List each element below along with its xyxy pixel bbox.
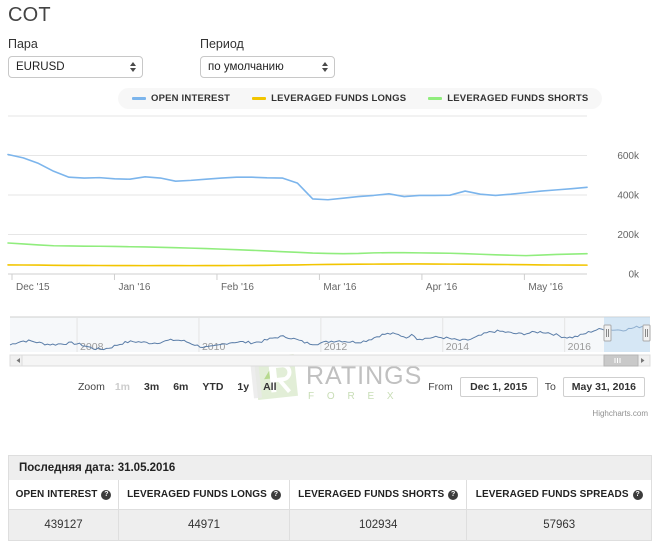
zoom-button-6m[interactable]: 6m [169, 379, 192, 395]
y-axis-tick-label: 200k [617, 230, 640, 241]
from-date-input[interactable]: Dec 1, 2015 [459, 377, 538, 397]
cell-leveraged-funds-shorts: 102934 [288, 509, 468, 541]
col-leveraged-funds-spreads: LEVERAGED FUNDS SPREADS ? [466, 480, 652, 510]
zoom-button-all[interactable]: All [259, 379, 280, 395]
zoom-button-3m[interactable]: 3m [140, 379, 163, 395]
y-axis-tick-label: 0k [628, 270, 640, 281]
col-leveraged-funds-shorts: LEVERAGED FUNDS SHORTS ? [288, 480, 468, 510]
cot-summary-table: Последняя дата: 31.05.2016 OPEN INTEREST… [7, 455, 652, 541]
table-head: OPEN INTEREST ? LEVERAGED FUNDS LONGS ? … [7, 480, 652, 510]
col-open-interest-label: OPEN INTEREST [15, 489, 98, 500]
scrollbar-right-arrow-button[interactable] [637, 354, 651, 367]
col-leveraged-funds-longs-label: LEVERAGED FUNDS LONGS [127, 489, 267, 500]
to-date-input[interactable]: May 31, 2016 [562, 377, 645, 397]
cot-chart: OPEN INTEREST LEVERAGED FUNDS LONGS LEVE… [0, 84, 660, 434]
legend-swatch-leveraged-funds-longs [252, 97, 267, 100]
navigator-year-label: 2016 [568, 341, 592, 353]
period-label: Период [200, 37, 244, 51]
range-selector: Zoom 1m 3m 6m YTD 1y All From Dec 1, 201… [0, 374, 660, 400]
scrollbar-left-arrow-button[interactable] [9, 354, 23, 367]
chart-legend: OPEN INTEREST LEVERAGED FUNDS LONGS LEVE… [118, 88, 603, 109]
filters-bar: Пара EURUSD Период по умолчанию [0, 27, 660, 78]
legend-label-open-interest: OPEN INTEREST [151, 93, 231, 104]
navigator-year-label: 2014 [446, 341, 470, 353]
y-axis-tick-label: 400k [617, 191, 640, 202]
zoom-button-ytd[interactable]: YTD [198, 379, 227, 395]
x-axis-tick-label: May '16 [528, 282, 563, 293]
legend-item-open-interest[interactable]: OPEN INTEREST [132, 93, 230, 104]
chart-navigator[interactable]: 2008 2010 2012 2014 2016 [0, 314, 660, 369]
info-icon[interactable]: ? [632, 489, 643, 500]
navigator-year-label: 2008 [80, 341, 104, 353]
col-leveraged-funds-longs: LEVERAGED FUNDS LONGS ? [118, 480, 290, 510]
x-axis-tick-label: Feb '16 [221, 282, 254, 293]
col-leveraged-funds-shorts-label: LEVERAGED FUNDS SHORTS [298, 489, 445, 500]
cell-leveraged-funds-spreads: 57963 [466, 509, 652, 541]
period-select[interactable]: по умолчанию [200, 56, 335, 78]
table-header-row: OPEN INTEREST ? LEVERAGED FUNDS LONGS ? … [7, 480, 652, 510]
navigator-year-label: 2012 [324, 341, 348, 353]
navigator-handle-left[interactable] [603, 324, 612, 342]
chart-svg: 0k 200k 400k 600k Dec '15 Jan '16 Feb '16 Mar '… [7, 115, 640, 293]
col-leveraged-funds-spreads-label: LEVERAGED FUNDS SPREADS [475, 489, 629, 500]
legend-swatch-leveraged-funds-shorts [428, 97, 443, 100]
info-icon[interactable]: ? [448, 489, 459, 500]
info-icon[interactable]: ? [270, 489, 281, 500]
pair-label: Пара [8, 37, 38, 51]
scrollbar-thumb[interactable] [603, 354, 639, 367]
to-label: To [544, 381, 556, 393]
chart-plot-area[interactable]: 0k 200k 400k 600k Dec '15 Jan '16 Feb '16 Mar '… [0, 114, 660, 309]
table-row: 439127 44971 102934 57963 [7, 509, 652, 541]
legend-label-leveraged-funds-longs: LEVERAGED FUNDS LONGS [271, 93, 407, 104]
period-select-shell: по умолчанию [200, 56, 335, 78]
y-axis-tick-label: 600k [617, 151, 640, 162]
filter-pair: Пара EURUSD [8, 37, 143, 78]
zoom-button-1m[interactable]: 1m [111, 379, 134, 395]
pair-select[interactable]: EURUSD [8, 56, 143, 78]
legend-item-leveraged-funds-longs[interactable]: LEVERAGED FUNDS LONGS [252, 93, 406, 104]
page-title: COT [8, 4, 51, 26]
x-axis-tick-label: Apr '16 [426, 282, 458, 293]
series-line-leveraged-funds-shorts [7, 242, 588, 257]
last-date-bar: Последняя дата: 31.05.2016 [8, 455, 652, 480]
x-axis-tick-label: Mar '16 [323, 282, 356, 293]
zoom-button-1y[interactable]: 1y [233, 379, 253, 395]
x-axis-tick-label: Jan '16 [118, 282, 150, 293]
series-line-open-interest [7, 153, 588, 201]
table-body: 439127 44971 102934 57963 [7, 509, 652, 541]
summary-table: OPEN INTEREST ? LEVERAGED FUNDS LONGS ? … [7, 480, 652, 541]
zoom-label: Zoom [78, 381, 105, 393]
date-range-group: From Dec 1, 2015 To May 31, 2016 [428, 377, 645, 397]
highcharts-credit[interactable]: Highcharts.com [592, 409, 648, 418]
legend-label-leveraged-funds-shorts: LEVERAGED FUNDS SHORTS [447, 93, 589, 104]
zoom-button-group: Zoom 1m 3m 6m YTD 1y All [78, 379, 281, 395]
from-label: From [428, 381, 453, 393]
legend-item-leveraged-funds-shorts[interactable]: LEVERAGED FUNDS SHORTS [428, 93, 588, 104]
navigator-handle-right[interactable] [642, 324, 651, 342]
filter-period: Период по умолчанию [200, 37, 335, 78]
cell-leveraged-funds-longs: 44971 [118, 509, 290, 541]
info-icon[interactable]: ? [101, 489, 112, 500]
cell-open-interest: 439127 [7, 509, 120, 541]
navigator-svg[interactable]: 2008 2010 2012 2014 2016 [0, 314, 660, 369]
col-open-interest: OPEN INTEREST ? [7, 480, 120, 510]
series-line-leveraged-funds-longs [7, 263, 588, 267]
x-axis-tick-label: Dec '15 [16, 282, 50, 293]
legend-swatch-open-interest [132, 97, 146, 100]
pair-select-shell: EURUSD [8, 56, 143, 78]
